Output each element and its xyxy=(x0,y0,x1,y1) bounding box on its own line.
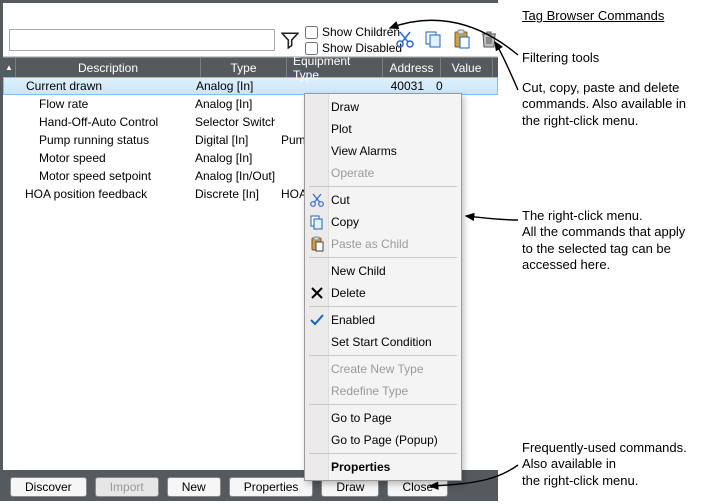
show-disabled-label: Show Disabled xyxy=(322,41,402,55)
menu-item[interactable]: View Alarms xyxy=(305,140,461,162)
cell-type: Analog [In] xyxy=(190,79,276,93)
check-icon xyxy=(309,312,325,328)
toolbar: Show Children Show Disabled xyxy=(3,3,498,57)
menu-item-label: Cut xyxy=(331,193,350,207)
delete-x-icon xyxy=(309,285,325,301)
menu-item[interactable]: Set Start Condition xyxy=(305,331,461,353)
col-address[interactable]: Address xyxy=(383,58,441,77)
menu-item[interactable]: Go to Page (Popup) xyxy=(305,429,461,451)
menu-separator xyxy=(309,453,457,454)
menu-item-label: View Alarms xyxy=(331,144,397,158)
copy-icon[interactable] xyxy=(423,29,443,49)
show-children-checkbox[interactable]: Show Children xyxy=(305,25,400,39)
show-disabled-checkbox[interactable]: Show Disabled xyxy=(305,41,402,55)
cell-description: Pump running status xyxy=(3,133,189,147)
col-description[interactable]: Description xyxy=(16,58,201,77)
menu-item-label: Go to Page (Popup) xyxy=(331,433,438,447)
search-input[interactable] xyxy=(9,29,275,51)
menu-item-label: Enabled xyxy=(331,313,375,327)
cell-description: HOA position feedback xyxy=(3,187,189,201)
delete-icon[interactable] xyxy=(479,29,499,49)
cell-type: Digital [In] xyxy=(189,133,275,147)
context-menu: Draw Plot View Alarms Operate Cut Copy Paste a… xyxy=(304,93,462,481)
menu-item-label: Copy xyxy=(331,215,359,229)
filter-icon[interactable] xyxy=(281,31,299,49)
menu-item-label: Create New Type xyxy=(331,362,424,376)
menu-item[interactable]: Draw xyxy=(305,96,461,118)
menu-item-label: Go to Page xyxy=(331,411,392,425)
show-children-label: Show Children xyxy=(322,25,400,39)
menu-item-label: Paste as Child xyxy=(331,237,408,251)
menu-item: Create New Type xyxy=(305,358,461,380)
properties-button[interactable]: Properties xyxy=(229,477,314,497)
annotation-title: Tag Browser Commands xyxy=(522,8,664,24)
menu-item: Operate xyxy=(305,162,461,184)
menu-separator xyxy=(309,404,457,405)
menu-item[interactable]: Copy xyxy=(305,211,461,233)
copy-icon xyxy=(309,214,325,230)
cell-description: Motor speed setpoint xyxy=(3,169,189,183)
menu-item-label: Draw xyxy=(331,100,359,114)
cell-address: 40031 xyxy=(372,79,430,93)
cell-type: Analog [In] xyxy=(189,97,275,111)
menu-item: Redefine Type xyxy=(305,380,461,402)
cell-value: 0 xyxy=(430,79,482,93)
cell-type: Selector Switch xyxy=(189,115,275,129)
menu-item-label: Operate xyxy=(331,166,374,180)
menu-item: Paste as Child xyxy=(305,233,461,255)
menu-item[interactable]: Go to Page xyxy=(305,407,461,429)
col-value[interactable]: Value xyxy=(441,58,493,77)
annotation-rclick: The right-click menu. All the commands t… xyxy=(522,208,697,273)
col-type[interactable]: Type xyxy=(201,58,287,77)
import-button[interactable]: Import xyxy=(95,477,159,497)
menu-item-label: Properties xyxy=(331,460,390,474)
menu-item[interactable]: New Child xyxy=(305,260,461,282)
menu-item[interactable]: Delete xyxy=(305,282,461,304)
discover-button[interactable]: Discover xyxy=(10,477,87,497)
menu-item[interactable]: Enabled xyxy=(305,309,461,331)
menu-item-label: Set Start Condition xyxy=(331,335,432,349)
annotation-filtering: Filtering tools xyxy=(522,50,599,66)
paste-icon[interactable] xyxy=(451,29,471,49)
cell-description: Flow rate xyxy=(3,97,189,111)
paste-icon xyxy=(309,236,325,252)
menu-item[interactable]: Properties xyxy=(305,456,461,478)
menu-separator xyxy=(309,355,457,356)
sort-indicator[interactable]: ▲ xyxy=(3,58,16,77)
menu-separator xyxy=(309,306,457,307)
menu-separator xyxy=(309,257,457,258)
cell-type: Discrete [In] xyxy=(189,187,275,201)
menu-item[interactable]: Cut xyxy=(305,189,461,211)
col-equipment[interactable]: Equipment Type xyxy=(287,58,383,77)
table-header: ▲ Description Type Equipment Type Addres… xyxy=(3,57,498,77)
menu-item-label: Delete xyxy=(331,286,366,300)
menu-separator xyxy=(309,186,457,187)
annotation-cutcopy: Cut, copy, paste and delete commands. Al… xyxy=(522,80,697,129)
menu-item-label: Redefine Type xyxy=(331,384,408,398)
menu-item[interactable]: Plot xyxy=(305,118,461,140)
cell-type: Analog [In/Out] xyxy=(189,169,275,183)
cell-description: Hand-Off-Auto Control xyxy=(3,115,189,129)
new-button[interactable]: New xyxy=(167,477,221,497)
menu-item-label: Plot xyxy=(331,122,352,136)
cut-icon[interactable] xyxy=(395,29,415,49)
cell-type: Analog [In] xyxy=(189,151,275,165)
annotation-freq: Frequently-used commands. Also available… xyxy=(522,440,697,489)
cell-description: Current drawn xyxy=(4,79,190,93)
cut-icon xyxy=(309,192,325,208)
cell-description: Motor speed xyxy=(3,151,189,165)
menu-item-label: New Child xyxy=(331,264,386,278)
